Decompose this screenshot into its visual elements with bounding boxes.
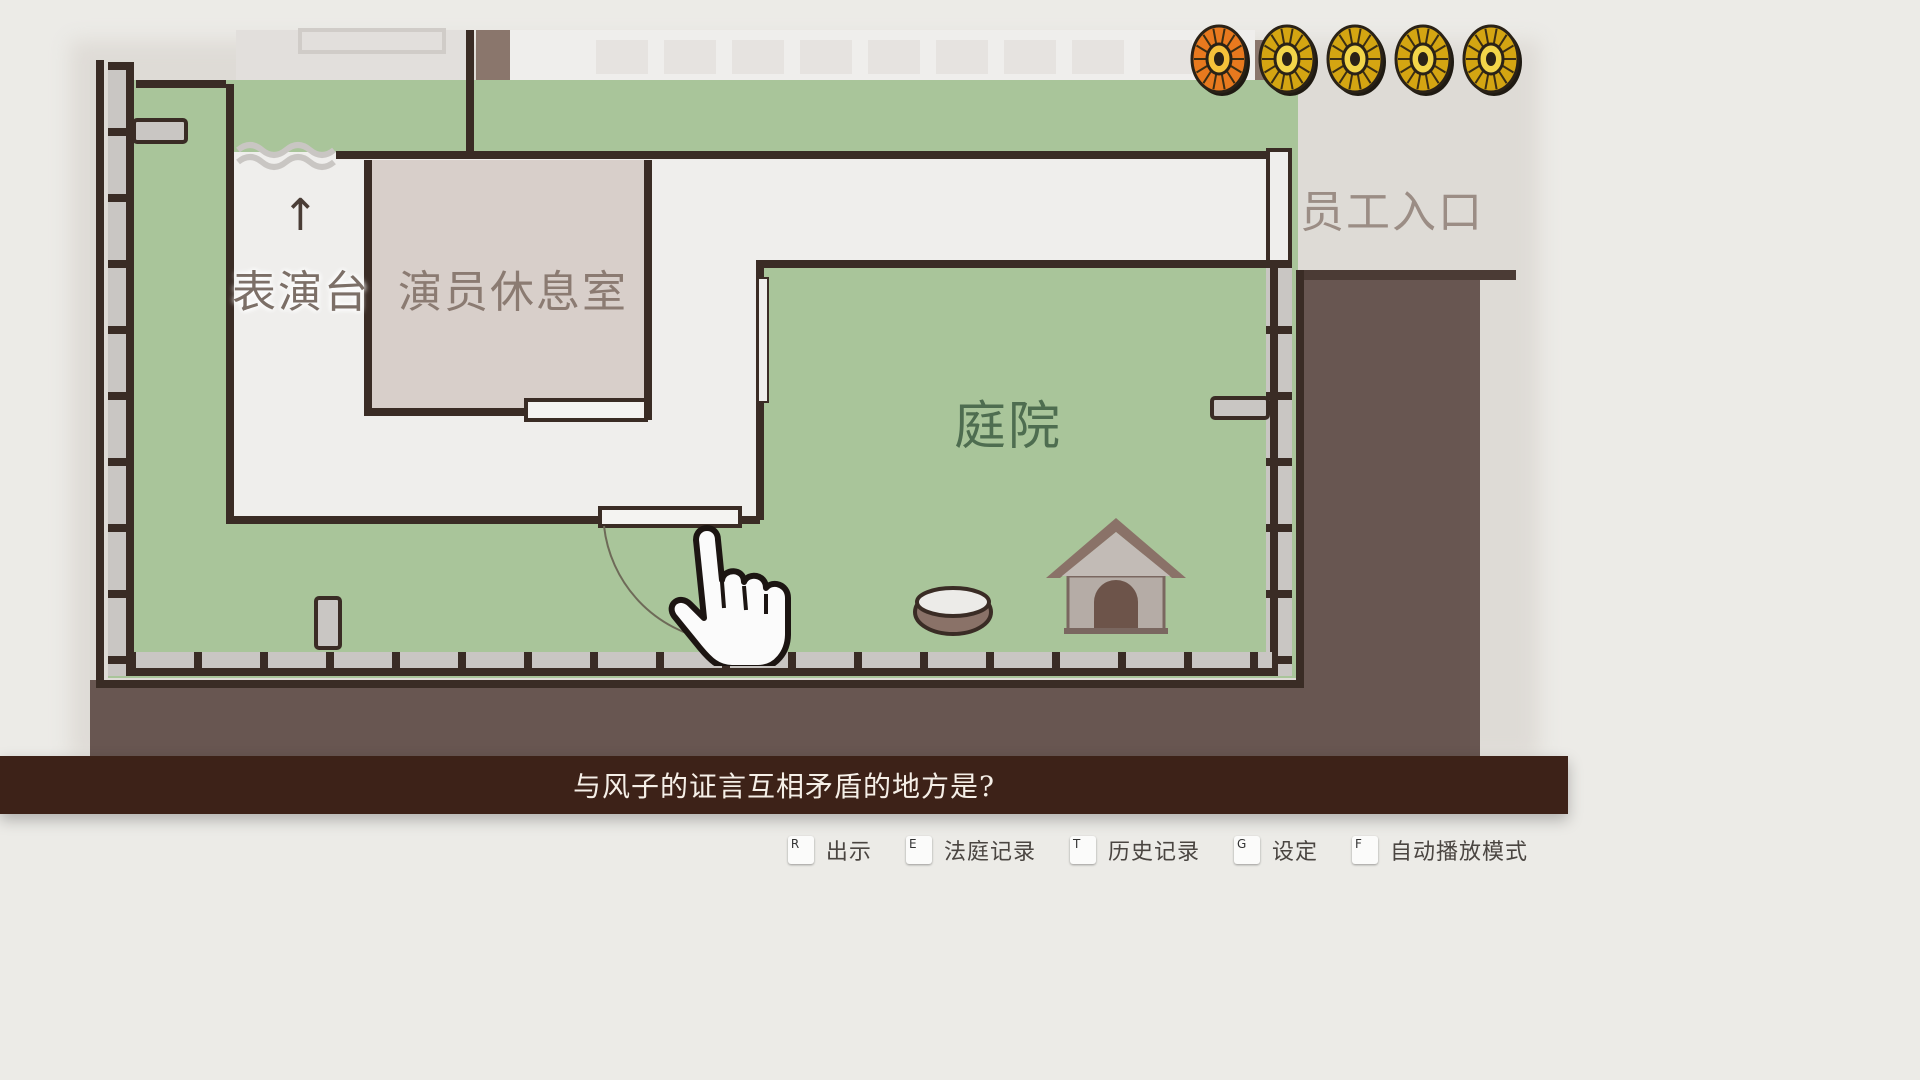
stage-arrow-icon: ↑ <box>282 190 321 241</box>
floor-map <box>70 28 1540 760</box>
yard-post <box>314 596 342 650</box>
controls-bar: R 出示 E 法庭记录 T 历史记录 G 设定 F 自动播放模式 <box>787 832 1528 868</box>
ground-edge <box>1296 270 1516 280</box>
penalty-badge-active-icon <box>1190 24 1250 96</box>
present-label: 出示 <box>825 840 872 865</box>
key-e-icon: E <box>905 836 932 864</box>
penalty-badges <box>1188 22 1524 98</box>
ground-right <box>1296 270 1480 760</box>
penalty-badge-icon <box>1394 24 1454 96</box>
penalty-badge-icon <box>1326 24 1386 96</box>
court-record-control[interactable]: E 法庭记录 <box>905 834 1036 866</box>
brick-wall-right <box>1266 264 1292 676</box>
question-text: 与风子的证言互相矛盾的地方是? <box>572 770 995 803</box>
history-control[interactable]: T 历史记录 <box>1069 834 1200 866</box>
wall-post <box>132 118 188 144</box>
pointer-hand-icon[interactable] <box>660 516 800 666</box>
courtyard-post <box>1210 396 1270 420</box>
dog-bowl[interactable] <box>913 586 993 636</box>
penalty-badge-icon <box>1462 24 1522 96</box>
court-record-label: 法庭记录 <box>943 840 1036 865</box>
key-f-icon: F <box>1351 836 1378 864</box>
top-windows <box>596 40 1192 74</box>
staff-entrance-label[interactable]: 员工入口 <box>1300 176 1484 240</box>
auto-play-label: 自动播放模式 <box>1389 840 1528 865</box>
stage-label[interactable]: 表演台 <box>232 256 370 320</box>
courtyard-label[interactable]: 庭院 <box>954 384 1062 459</box>
game-screen: ↑ 表演台 演员休息室 庭院 员工入口 与风子的证言互相矛盾的地方是? R 出示… <box>0 0 1568 882</box>
settings-control[interactable]: G 设定 <box>1233 834 1318 866</box>
dressing-room-label[interactable]: 演员休息室 <box>398 256 628 320</box>
auto-play-control[interactable]: F 自动播放模式 <box>1351 834 1528 866</box>
penalty-badge-icon <box>1258 24 1318 96</box>
history-label: 历史记录 <box>1107 840 1200 865</box>
key-r-icon: R <box>787 836 814 864</box>
brick-wall-left <box>108 62 134 676</box>
key-t-icon: T <box>1069 836 1096 864</box>
dressing-room-door <box>524 398 648 422</box>
entrance-gate <box>1266 148 1292 264</box>
ground-bottom <box>90 680 1480 760</box>
settings-label: 设定 <box>1271 840 1318 865</box>
question-bar: 与风子的证言互相矛盾的地方是? <box>0 756 1568 814</box>
present-control[interactable]: R 出示 <box>787 834 872 866</box>
key-g-icon: G <box>1233 836 1260 864</box>
courtyard-side-door <box>757 277 769 403</box>
